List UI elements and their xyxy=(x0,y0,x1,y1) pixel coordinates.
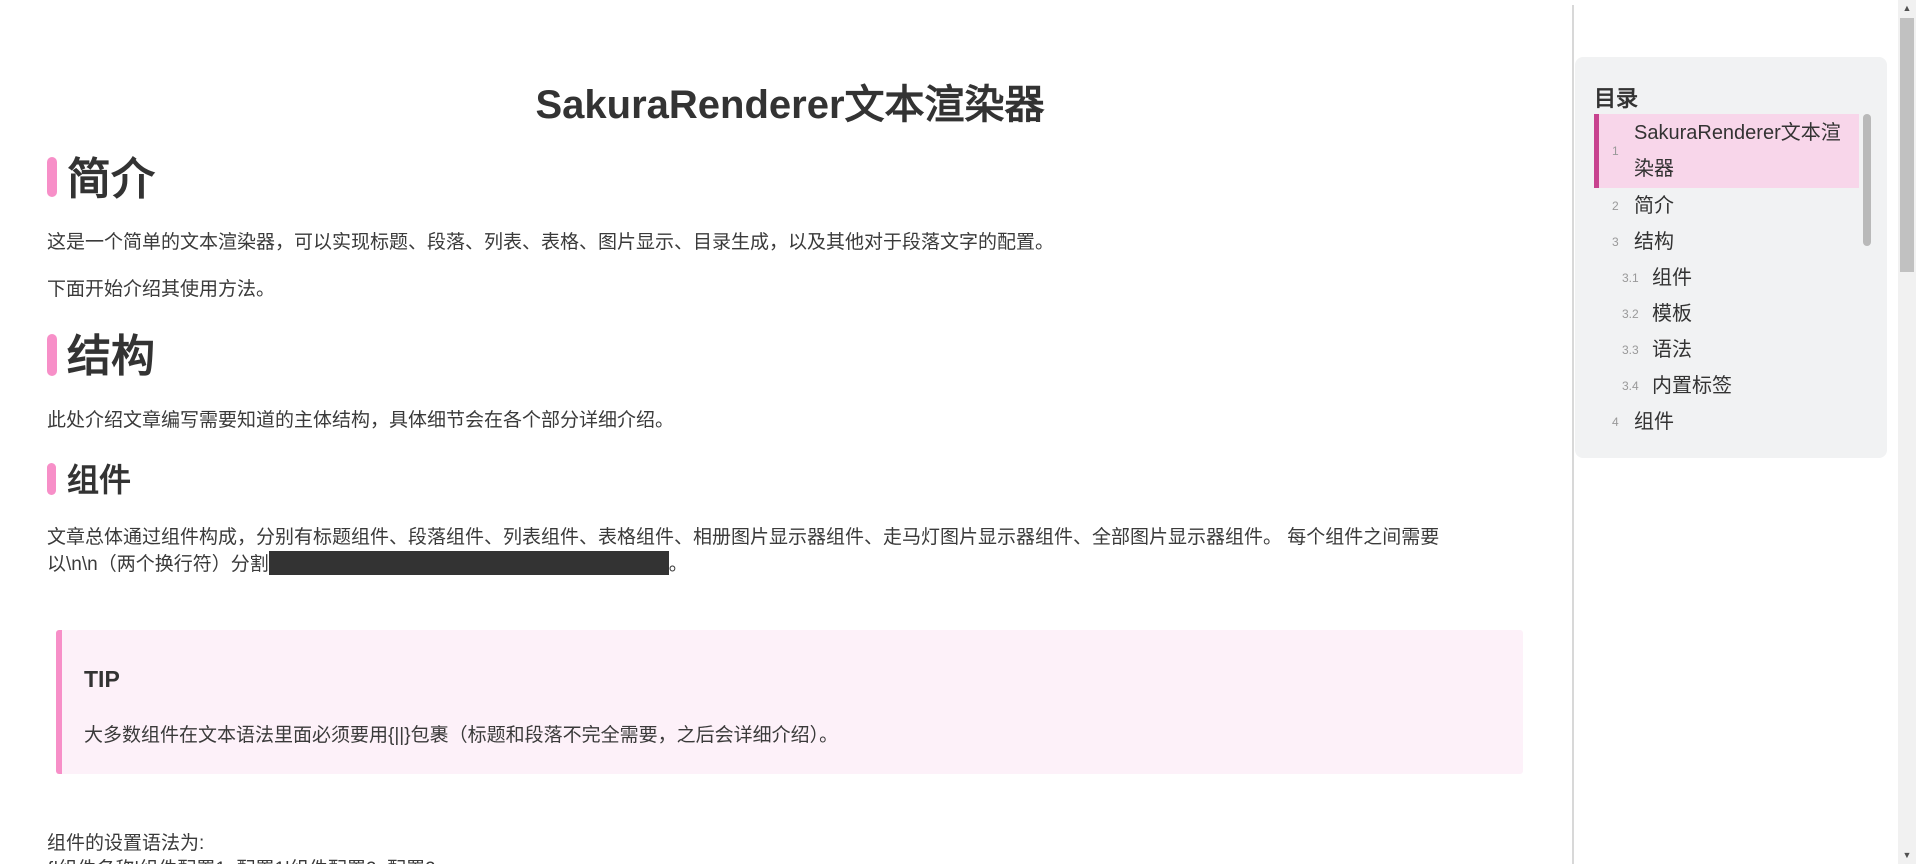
toc-item-label: 组件 xyxy=(1634,411,1674,433)
toc-item-number: 3.1 xyxy=(1622,271,1639,285)
tip-title: TIP xyxy=(84,666,120,692)
toc-item-number: 3 xyxy=(1612,235,1619,249)
components-paragraph-line-1: 文章总体通过组件构成，分别有标题组件、段落组件、列表组件、表格组件、相册图片显示… xyxy=(47,527,1440,548)
scroll-down-arrow-icon[interactable]: ▼ xyxy=(1898,847,1916,864)
tip-box: TIP 大多数组件在文本语法里面必须要用{||}包裹（标题和段落不完全需要，之后… xyxy=(56,630,1523,774)
toc-item-label-line-2: 染器 xyxy=(1634,158,1674,180)
content-divider xyxy=(1572,5,1574,864)
components-paragraph-line-2-end: 。 xyxy=(668,554,688,575)
toc-item-label: 结构 xyxy=(1634,231,1674,253)
components-paragraph-line-2: 以\n\n（两个换行符）分割 。 xyxy=(47,551,1527,578)
toc-item-number: 4 xyxy=(1612,415,1619,429)
toc-item-title[interactable]: 1 SakuraRenderer文本渲 染器 xyxy=(1594,114,1859,188)
scroll-up-arrow-icon[interactable]: ▲ xyxy=(1898,0,1916,17)
structure-paragraph: 此处介绍文章编写需要知道的主体结构，具体细节会在各个部分详细介绍。 xyxy=(47,410,675,431)
toc-item-label: 语法 xyxy=(1652,339,1692,361)
syntax-label: 组件的设置语法为: xyxy=(47,833,205,854)
syntax-line: {|组件名称|组件配置1: 配置1|组件配置2: 配置2 xyxy=(47,856,436,864)
toc-item-number: 3.4 xyxy=(1622,379,1639,393)
toc-item-number: 2 xyxy=(1612,199,1619,213)
toc-item-components[interactable]: 3.1 组件 xyxy=(1594,260,1859,296)
intro-paragraph-2: 下面开始介绍其使用方法。 xyxy=(47,279,276,300)
intro-paragraph-1: 这是一个简单的文本渲染器，可以实现标题、段落、列表、表格、图片显示、目录生成，以… xyxy=(47,232,1055,253)
heading-intro: 简介 xyxy=(67,155,155,204)
toc-item-number: 1 xyxy=(1612,144,1619,158)
toc-item-builtin-tags[interactable]: 3.4 内置标签 xyxy=(1594,368,1859,404)
toc-title: 目录 xyxy=(1594,86,1639,111)
toc-item-syntax[interactable]: 3.3 语法 xyxy=(1594,332,1859,368)
toc-list: 1 SakuraRenderer文本渲 染器 2 简介 3 结构 3.1 组件 3… xyxy=(1594,114,1859,440)
toc-item-number: 3.2 xyxy=(1622,307,1639,321)
table-of-contents: 目录 1 SakuraRenderer文本渲 染器 2 简介 3 结构 3.1 组… xyxy=(1575,57,1887,458)
toc-scrollbar-thumb[interactable] xyxy=(1863,114,1871,246)
subheading-accent-bar xyxy=(47,463,56,495)
tip-text: 大多数组件在文本语法里面必须要用{||}包裹（标题和段落不完全需要，之后会详细介… xyxy=(84,725,839,746)
toc-item-label: 内置标签 xyxy=(1652,375,1732,397)
toc-item-label: SakuraRenderer文本渲 染器 xyxy=(1634,115,1841,187)
heading-structure: 结构 xyxy=(67,332,155,381)
toc-item-structure[interactable]: 3 结构 xyxy=(1594,224,1859,260)
article-content: SakuraRenderer文本渲染器 简介 这是一个简单的文本渲染器，可以实现… xyxy=(0,0,1572,864)
toc-item-label: 模板 xyxy=(1652,303,1692,325)
components-paragraph-line-2-text: 以\n\n（两个换行符）分割 xyxy=(47,554,269,575)
toc-item-label: 简介 xyxy=(1634,195,1674,217)
components-paragraph: 文章总体通过组件构成，分别有标题组件、段落组件、列表组件、表格组件、相册图片显示… xyxy=(47,524,1527,578)
toc-item-number: 3.3 xyxy=(1622,343,1639,357)
redacted-text-block[interactable] xyxy=(268,551,669,575)
page-scrollbar-thumb[interactable] xyxy=(1900,18,1914,272)
toc-item-label: 组件 xyxy=(1652,267,1692,289)
heading-components: 组件 xyxy=(67,462,132,498)
heading-accent-bar xyxy=(47,157,57,197)
page-title: SakuraRenderer文本渲染器 xyxy=(535,83,1045,127)
toc-item-label-line-1: SakuraRenderer文本渲 xyxy=(1634,122,1841,144)
toc-item-templates[interactable]: 3.2 模板 xyxy=(1594,296,1859,332)
page: SakuraRenderer文本渲染器 简介 这是一个简单的文本渲染器，可以实现… xyxy=(0,0,1916,864)
heading-accent-bar xyxy=(47,334,57,376)
toc-item-intro[interactable]: 2 简介 xyxy=(1594,188,1859,224)
toc-item-components-section[interactable]: 4 组件 xyxy=(1594,404,1859,440)
